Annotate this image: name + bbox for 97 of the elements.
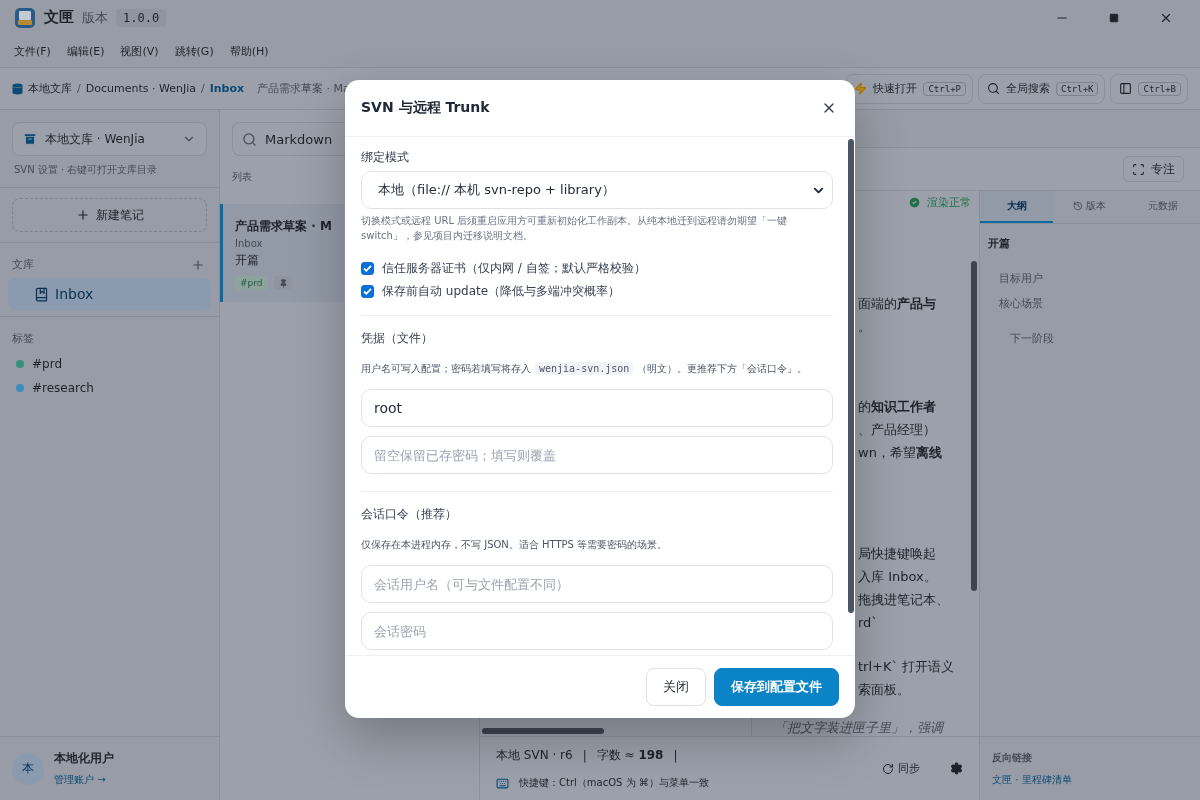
tag-label[interactable]: #research — [32, 381, 94, 395]
preview-text: 索面板。 — [858, 681, 911, 699]
quick-open-button[interactable]: 快速打开 Ctrl+P — [845, 73, 973, 104]
user-avatar: 本 — [12, 752, 44, 785]
expand-icon — [1132, 162, 1145, 176]
menu-item[interactable]: 帮助(H) — [221, 39, 277, 63]
breadcrumb-item[interactable]: Inbox — [209, 82, 245, 95]
breadcrumb-separator: / — [200, 82, 205, 95]
preview-text: 入库 Inbox。 — [858, 568, 938, 586]
outline-item[interactable]: 核心场景 — [999, 296, 1043, 311]
save-button[interactable]: 保存到配置文件 — [714, 668, 839, 706]
panel-tab[interactable]: 元数据 — [1126, 191, 1200, 223]
section-title: 文库 — [12, 257, 34, 272]
focus-button[interactable]: 专注 — [1123, 156, 1184, 182]
scrollbar[interactable] — [971, 261, 977, 591]
section-note: 用户名可写入配置；密码若填写将存入 wenjia-svn.json （明文）。更推荐下方「会话口令」。 — [361, 361, 809, 377]
archive-icon — [23, 132, 37, 146]
app-logo — [14, 6, 36, 29]
app-title: 文匣 — [44, 8, 74, 27]
scrollbar[interactable] — [848, 139, 854, 613]
menu-item[interactable]: 编辑(E) — [58, 39, 113, 63]
close-dialog-button[interactable]: 关闭 — [646, 668, 706, 706]
book-icon — [34, 286, 49, 302]
field-hint: 切换模式或远程 URL 后须重启应用方可重新初始化工作副本。从纯本地迁到远程请勿期望「一键 switch」，参见项目内迁移说明文档。 — [361, 214, 789, 243]
session-password-field[interactable]: 会话密码 — [361, 612, 833, 650]
check-icon — [908, 195, 921, 209]
lightning-icon — [854, 82, 868, 95]
history-icon — [1073, 201, 1084, 211]
preview-text: trl+K` 打开语义 — [858, 658, 956, 676]
menu-item[interactable]: 视图(V) — [112, 39, 167, 63]
menu-item[interactable]: 跳转(G) — [166, 39, 222, 63]
refresh-icon — [882, 762, 894, 775]
preview-text: 面端的产品与 — [858, 295, 937, 313]
status-separator: | — [582, 748, 587, 763]
preview-text: 局快捷键唤起 — [858, 545, 937, 563]
panel-toggle-button[interactable]: Ctrl+B — [1110, 73, 1188, 104]
vault-select[interactable]: 本地文库 · WenJia — [12, 122, 207, 156]
scrollbar[interactable] — [482, 728, 604, 734]
note-tag: #prd — [235, 276, 268, 290]
user-name: 本地化用户 — [54, 750, 114, 767]
note-title: 产品需求草案 · M — [235, 218, 332, 235]
note-folder: Inbox — [235, 238, 263, 249]
password-field[interactable]: 留空保留已存密码；填写则覆盖 — [361, 436, 833, 474]
note-excerpt: 开篇 — [235, 252, 259, 269]
sync-button[interactable]: 同步 — [876, 760, 926, 777]
list-heading: 列表 — [232, 170, 252, 184]
preview-text: rd` — [858, 614, 879, 632]
username-field[interactable]: root — [361, 389, 833, 427]
preview-text: 、产品经理） — [858, 421, 937, 439]
checkbox[interactable] — [361, 262, 374, 275]
word-count: 字数 ≈ 198 — [596, 747, 664, 764]
checkbox[interactable] — [361, 285, 374, 298]
panel-tab[interactable]: 大纲 — [980, 191, 1054, 223]
library-item[interactable]: Inbox — [8, 278, 211, 310]
version-label: 版本 — [82, 8, 108, 27]
vault-hint: SVN 设置 · 右键可打开文库目录 — [0, 156, 219, 188]
preview-text: 。 — [858, 318, 872, 336]
panel-tab[interactable]: 版本 — [1053, 191, 1127, 223]
maximize-icon[interactable] — [1109, 12, 1119, 23]
mode-select[interactable]: 本地（file:// 本机 svn-repo + library） — [361, 171, 833, 209]
manage-account-link[interactable]: 管理账户 → — [54, 773, 106, 787]
new-note-button[interactable]: 新建笔记 — [12, 198, 207, 232]
preview-quote: 「把文字装进匣子里」，强调 — [774, 720, 943, 735]
shortcut-hint: 快捷键：Ctrl（macOS 为 ⌘）与菜单一致 — [519, 776, 709, 790]
global-search-button[interactable]: 全局搜索 Ctrl+K — [977, 73, 1106, 104]
render-status: 渲染正常 — [927, 194, 971, 210]
breadcrumb-item[interactable]: Documents · WenJia — [85, 82, 196, 95]
session-username-field[interactable]: 会话用户名（可与文件配置不同） — [361, 565, 833, 603]
database-icon — [12, 82, 23, 95]
section-title: 凭据（文件） — [361, 330, 433, 347]
backlink[interactable]: 文匣 · 里程碑清单 — [992, 773, 1072, 787]
preview-text: 拖拽进笔记本、 — [858, 591, 950, 609]
dialog-title: SVN 与远程 Trunk — [361, 99, 490, 117]
breadcrumb-separator: / — [77, 82, 81, 95]
section-note: 仅保存在本进程内存，不写 JSON。适合 HTTPS 等需要密码的场景。 — [361, 538, 669, 552]
keyboard-icon — [496, 776, 509, 790]
revision-label: 本地 SVN · r6 — [496, 747, 573, 764]
settings-icon[interactable] — [950, 762, 963, 775]
section-title: 会话口令（推荐） — [361, 506, 457, 523]
panel-icon — [1119, 82, 1133, 95]
checkbox-label: 信任服务器证书（仅内网 / 自签；默认严格校验） — [382, 260, 646, 277]
plus-icon — [75, 208, 90, 222]
version-number: 1.0.0 — [116, 8, 167, 27]
tag-label[interactable]: #prd — [32, 357, 62, 371]
preview-text: 的知识工作者 — [858, 398, 937, 416]
search-icon — [986, 82, 1000, 95]
section-title: 标签 — [12, 331, 34, 346]
preview-text: wn，希望离线 — [858, 444, 943, 462]
outline-item[interactable]: 目标用户 — [999, 271, 1043, 286]
outline-item[interactable]: 开篇 — [988, 236, 1010, 251]
field-label: 绑定模式 — [361, 149, 409, 166]
menu-item[interactable]: 文件(F) — [6, 39, 59, 63]
checkbox-label: 保存前自动 update（降低与多端冲突概率） — [382, 283, 621, 300]
breadcrumb-item[interactable]: 本地文库 — [28, 81, 72, 96]
backlinks-title: 反向链接 — [992, 751, 1032, 765]
status-separator: | — [673, 748, 678, 763]
note-card[interactable]: 产品需求草案 · M Inbox 开篇 #prd — [220, 204, 344, 302]
